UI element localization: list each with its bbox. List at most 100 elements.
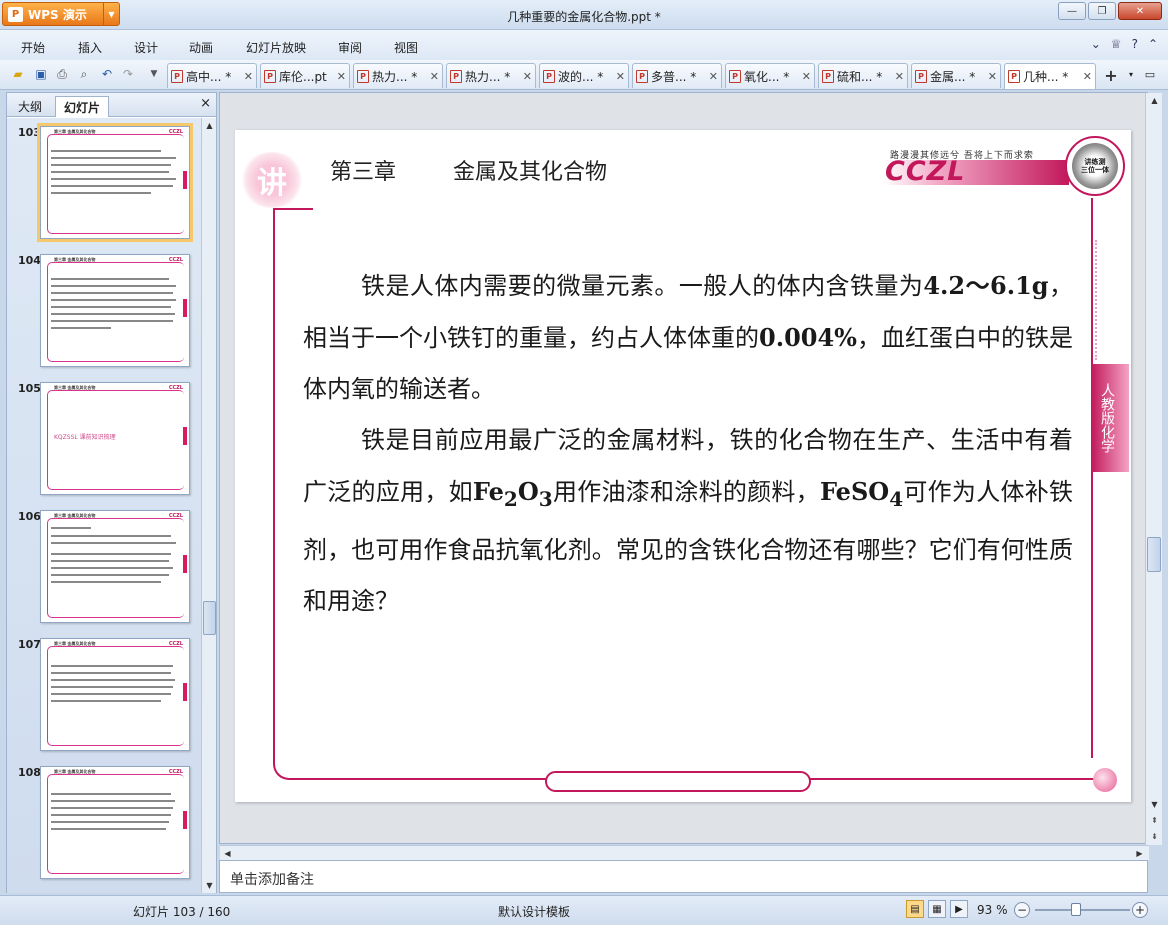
doc-tab-5[interactable]: P 波的... * ✕ (539, 63, 629, 88)
menu-home[interactable]: 开始 (21, 39, 45, 56)
tab-close-icon[interactable]: ✕ (802, 70, 811, 83)
zoom-level[interactable]: 93 % (977, 903, 1008, 917)
tab-close-icon[interactable]: ✕ (523, 70, 532, 83)
tab-list-icon[interactable]: ▭ (1142, 66, 1158, 82)
tab-close-icon[interactable]: ✕ (988, 70, 997, 83)
doc-tab-8[interactable]: P 硫和... * ✕ (818, 63, 908, 88)
tab-close-icon[interactable]: ✕ (430, 70, 439, 83)
thumb-text-line (51, 299, 176, 301)
previous-slide-icon[interactable]: ⇞ (1147, 813, 1162, 828)
menu-slideshow[interactable]: 幻灯片放映 (246, 39, 306, 56)
slide-thumbnail[interactable]: 第三章 金属及其化合物 CCZL (37, 123, 193, 242)
menu-review[interactable]: 审阅 (338, 39, 362, 56)
scroll-up-icon[interactable]: ▲ (202, 118, 217, 133)
thumbnail-scroll-thumb[interactable] (203, 601, 216, 635)
iron-percentage: 0.004% (759, 323, 857, 352)
minimize-ribbon-icon[interactable]: ⌃ (1148, 37, 1158, 51)
thumbnail-list: 103 第三章 金属及其化合物 CCZL 104 第三章 金属及其化合物 CCZL … (7, 118, 201, 893)
normal-view-icon[interactable]: ▤ (906, 900, 924, 918)
topic-title[interactable]: 金属及其化合物 (453, 154, 607, 186)
save-icon[interactable]: ▣ (33, 66, 49, 82)
restore-button[interactable]: ❐ (1088, 2, 1116, 20)
thumb-text-line (51, 306, 171, 308)
notes-pane[interactable]: 单击添加备注 (219, 860, 1148, 893)
next-slide-icon[interactable]: ⇟ (1147, 829, 1162, 844)
slide-body-text[interactable]: 铁是人体内需要的微量元素。一般人的体内含铁量为4.2～6.1g，相当于一个小铁钉… (303, 260, 1073, 627)
tab-close-icon[interactable]: ✕ (709, 70, 718, 83)
scroll-left-icon[interactable]: ◀ (220, 846, 235, 861)
thumb-frame (47, 134, 184, 234)
minimize-button[interactable]: — (1058, 2, 1086, 20)
close-window-button[interactable]: ✕ (1118, 2, 1162, 20)
undo-icon[interactable]: ↶ (99, 66, 115, 82)
tab-close-icon[interactable]: ✕ (616, 70, 625, 83)
formula-fe2o3-o: O (517, 477, 539, 506)
ppt-file-icon: P (636, 69, 648, 83)
panel-close-icon[interactable]: × (200, 96, 211, 111)
menu-design[interactable]: 设计 (134, 39, 158, 56)
notes-placeholder[interactable]: 单击添加备注 (230, 869, 314, 889)
doc-tab-3[interactable]: P 热力... * ✕ (353, 63, 443, 88)
tab-close-icon[interactable]: ✕ (244, 70, 253, 83)
scroll-down-icon[interactable]: ▼ (1147, 797, 1162, 812)
print-preview-icon[interactable]: ⌕ (76, 66, 92, 82)
doc-tab-active[interactable]: P 几种... * ✕ (1004, 63, 1096, 89)
help-icon[interactable]: ? (1132, 37, 1138, 51)
thumb-text-line (51, 185, 173, 187)
skin-shirt-icon[interactable]: ♕ (1111, 37, 1122, 51)
menu-insert[interactable]: 插入 (78, 39, 102, 56)
zoom-slider-track[interactable] (1035, 909, 1130, 911)
doc-tab-7[interactable]: P 氧化... * ✕ (725, 63, 815, 88)
scroll-right-icon[interactable]: ▶ (1132, 846, 1147, 861)
thumb-text-line (51, 665, 173, 667)
tab-close-icon[interactable]: ✕ (1083, 70, 1092, 83)
slide-thumbnail[interactable]: 第三章 金属及其化合物 CCZL (40, 254, 190, 367)
slide-counter: 幻灯片 103 / 160 (133, 905, 231, 919)
slide-thumbnail[interactable]: 第三章 金属及其化合物 CCZL KQZSSL 课前知识梳理 (40, 382, 190, 495)
redo-icon[interactable]: ↷ (120, 66, 136, 82)
tab-close-icon[interactable]: ✕ (895, 70, 904, 83)
open-folder-icon[interactable]: ▰ (10, 66, 26, 82)
chapter-title[interactable]: 第三章 (330, 154, 396, 186)
doc-tab-4[interactable]: P 热力... * ✕ (446, 63, 536, 88)
slide-scroll-thumb[interactable] (1147, 537, 1161, 572)
zoom-slider-knob[interactable] (1071, 903, 1081, 916)
formula-fe2o3-sub3: 3 (538, 486, 553, 511)
slide-thumbnail[interactable]: 第三章 金属及其化合物 CCZL (40, 510, 190, 623)
iron-mass-range: 4.2～6.1g (923, 271, 1049, 300)
doc-tab-6[interactable]: P 多普... * ✕ (632, 63, 722, 88)
paragraph-2: 铁是目前应用最广泛的金属材料，铁的化合物在生产、生活中有着广泛的应用，如Fe2O… (303, 415, 1073, 627)
scroll-up-icon[interactable]: ▲ (1147, 93, 1162, 108)
tab-slides[interactable]: 幻灯片 (55, 96, 110, 117)
tab-outline[interactable]: 大纲 (10, 96, 50, 117)
quick-access-dropdown-icon[interactable]: ▼ (146, 66, 162, 82)
scroll-down-icon[interactable]: ▼ (202, 878, 217, 893)
thumb-logo: CCZL (168, 513, 183, 519)
doc-tab-1[interactable]: P 高中... * ✕ (167, 63, 257, 88)
slide-canvas[interactable]: 讲 第三章 金属及其化合物 路漫漫其修远兮 吾将上下而求索 CCZL 讲练测 三… (235, 130, 1131, 802)
badge-logo: 讲练测 三位一体 (1065, 136, 1125, 196)
slide-thumbnail[interactable]: 第三章 金属及其化合物 CCZL (40, 638, 190, 751)
right-border-line (1091, 198, 1093, 758)
slide-sorter-view-icon[interactable]: ▦ (928, 900, 946, 918)
thumbnail-scrollbar[interactable]: ▲ ▼ (201, 118, 216, 893)
slide-horizontal-scrollbar[interactable]: ◀ ▶ (220, 845, 1149, 860)
para2-text-b: 用作油漆和涂料的颜料， (552, 478, 820, 506)
thumb-side-tag (183, 811, 187, 829)
slide-vertical-scrollbar[interactable]: ▲ ▼ ⇞ ⇟ (1145, 93, 1162, 845)
slide-thumbnail[interactable]: 第三章 金属及其化合物 CCZL (40, 766, 190, 879)
tab-list-dropdown-icon[interactable]: ▾ (1123, 66, 1139, 82)
slideshow-view-icon[interactable]: ▶ (950, 900, 968, 918)
doc-tab-9[interactable]: P 金属... * ✕ (911, 63, 1001, 88)
menu-animation[interactable]: 动画 (189, 39, 213, 56)
doc-tab-label: 热力... * (465, 69, 511, 84)
tab-close-icon[interactable]: ✕ (337, 70, 346, 83)
expand-ribbon-icon[interactable]: ⌄ (1091, 37, 1101, 51)
design-template-name[interactable]: 默认设计模板 (498, 903, 570, 920)
print-icon[interactable]: ⎙ (54, 66, 70, 82)
new-tab-button[interactable]: + (1101, 66, 1121, 85)
doc-tab-2[interactable]: P 库伦...pt ✕ (260, 63, 350, 88)
zoom-in-icon[interactable]: + (1132, 902, 1148, 918)
menu-view[interactable]: 视图 (394, 39, 418, 56)
zoom-out-icon[interactable]: − (1014, 902, 1030, 918)
